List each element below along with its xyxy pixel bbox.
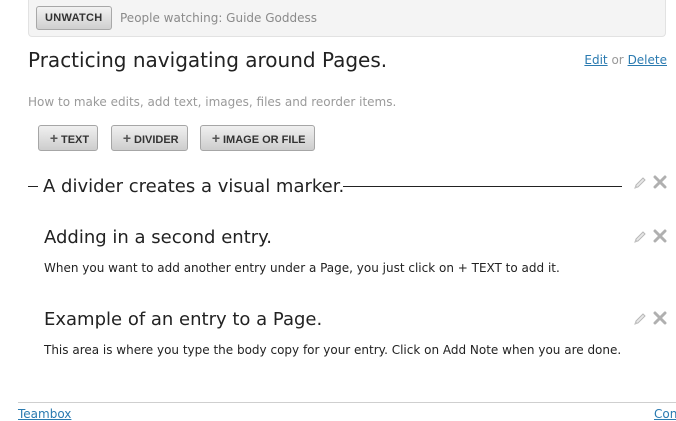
plus-icon: + — [49, 130, 59, 146]
plus-icon: + — [122, 130, 132, 146]
entry-title: Example of an entry to a Page. — [44, 309, 323, 330]
watch-bar: UNWATCH People watching: Guide Goddess — [28, 0, 666, 37]
add-divider-label: DIVIDER — [134, 134, 179, 146]
watchers-text: People watching: Guide Goddess — [120, 11, 317, 25]
add-text-button[interactable]: + TEXT — [38, 125, 99, 151]
add-image-file-button[interactable]: + IMAGE OR FILE — [200, 125, 315, 151]
footer-divider — [18, 402, 676, 403]
add-image-file-label: IMAGE OR FILE — [223, 134, 306, 146]
divider-entry: A divider creates a visual marker. — [28, 176, 622, 198]
entry-title: Adding in a second entry. — [44, 227, 272, 248]
pencil-icon[interactable] — [632, 311, 648, 327]
divider-dash — [28, 186, 38, 187]
edit-page-link[interactable]: Edit — [584, 53, 607, 67]
page-actions: Edit or Delete — [584, 53, 667, 67]
close-icon[interactable] — [653, 311, 669, 327]
page-title: Practicing navigating around Pages. — [28, 48, 388, 72]
footer-teambox-link[interactable]: Teambox — [18, 407, 71, 421]
divider-line — [343, 186, 622, 187]
add-divider-button[interactable]: + DIVIDER — [111, 125, 188, 151]
entry-body: This area is where you type the body cop… — [44, 343, 622, 357]
pencil-icon[interactable] — [632, 229, 648, 245]
or-separator: or — [611, 53, 624, 67]
add-text-label: TEXT — [61, 134, 90, 146]
close-icon[interactable] — [653, 229, 669, 245]
plus-icon: + — [211, 130, 221, 146]
entry-body: When you want to add another entry under… — [44, 261, 560, 275]
delete-page-link[interactable]: Delete — [628, 53, 667, 67]
divider-text: A divider creates a visual marker. — [43, 176, 345, 197]
unwatch-button[interactable]: UNWATCH — [36, 6, 112, 30]
footer-right-link[interactable]: Con — [654, 407, 676, 421]
page-description: How to make edits, add text, images, fil… — [28, 95, 397, 109]
pencil-icon[interactable] — [632, 175, 648, 191]
close-icon[interactable] — [653, 175, 669, 191]
